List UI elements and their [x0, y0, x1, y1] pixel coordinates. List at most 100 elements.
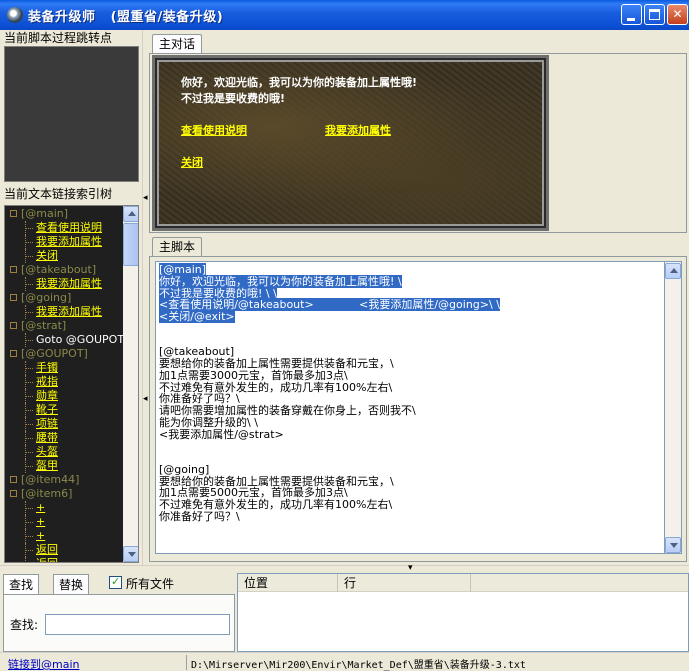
tab-replace[interactable]: 替换 [53, 574, 90, 594]
tree-link-node[interactable]: 我要添加属性 [36, 235, 102, 249]
dialog-link-close[interactable]: 关闭 [181, 154, 203, 170]
expand-toggle-icon[interactable] [10, 294, 17, 301]
script-line[interactable] [159, 323, 664, 335]
scroll-down-icon[interactable] [665, 537, 681, 553]
collapse-bottom-icon[interactable]: ▾ [408, 563, 413, 573]
tree-connector [25, 452, 33, 453]
expand-toggle-icon[interactable] [10, 490, 17, 497]
tree-link-node[interactable]: + [36, 515, 45, 529]
tree-section-node[interactable]: [@takeabout] [21, 263, 96, 277]
script-line-text: <我要添加属性/@strat> [159, 427, 284, 441]
tree-link-node[interactable]: + [36, 501, 45, 515]
tree-connector [25, 466, 33, 467]
scroll-down-icon[interactable] [123, 546, 138, 562]
tab-find[interactable]: 查找 [3, 574, 40, 594]
tree-scrollbar[interactable] [123, 206, 138, 562]
script-line[interactable] [159, 440, 664, 452]
expand-toggle-icon[interactable] [10, 476, 17, 483]
tree-link-node[interactable]: 我要添加属性 [36, 277, 102, 291]
dialog-link-add-attribute[interactable]: 我要添加属性 [325, 122, 391, 138]
tree-connector [25, 417, 26, 431]
tree-link-node[interactable]: 返回 [36, 543, 58, 557]
tree-link-node[interactable]: 靴子 [36, 403, 58, 417]
script-line[interactable]: 你好，欢迎光临，我可以为你的装备加上属性哦! \ [159, 274, 664, 288]
tree-scroll-thumb[interactable] [123, 223, 138, 266]
maximize-button[interactable] [644, 4, 665, 25]
script-line[interactable]: 你准备好了吗？\ [159, 509, 664, 523]
script-line[interactable]: <我要添加属性/@strat> [159, 427, 664, 441]
tab-main-script[interactable]: 主脚本 [152, 237, 203, 256]
expand-toggle-icon[interactable] [10, 350, 17, 357]
tree-link-node[interactable]: 戒指 [36, 375, 58, 389]
title-bar: 装备升级师 (盟重省/装备升级) ✕ [0, 0, 689, 30]
tree-link-node[interactable]: 手镯 [36, 361, 58, 375]
column-line[interactable]: 行 [338, 574, 471, 592]
minimize-button[interactable] [621, 4, 642, 25]
expand-toggle-icon[interactable] [10, 210, 17, 217]
collapse-left-icon[interactable]: ◂ [143, 193, 148, 203]
tree-connector [25, 445, 26, 459]
tree-connector [25, 529, 26, 543]
tree-connector [25, 242, 33, 243]
expand-toggle-icon[interactable] [10, 266, 17, 273]
script-line[interactable] [159, 335, 664, 347]
dialog-link-usage[interactable]: 查看使用说明 [181, 122, 247, 138]
script-line-text: <关闭/@exit> [159, 310, 235, 323]
script-line-text: 你好，欢迎光临，我可以为你的装备加上属性哦! \ [159, 274, 402, 288]
tree-link-node[interactable]: 勋章 [36, 389, 58, 403]
npc-dialog-preview: 你好，欢迎光临，我可以为你的装备加上属性哦! 不过我是要收费的哦! 查看使用说明… [152, 55, 549, 231]
script-line[interactable]: [@main] [159, 263, 664, 276]
tree-section-node[interactable]: [@item6] [21, 487, 72, 501]
tree-connector [25, 403, 26, 417]
expand-toggle-icon[interactable] [10, 322, 17, 329]
tree-section-node[interactable]: [@item44] [21, 473, 79, 487]
all-files-checkbox[interactable] [109, 575, 122, 589]
scroll-up-icon[interactable] [665, 263, 681, 279]
tree-connector [25, 368, 33, 369]
tree-link-node[interactable]: 查看使用说明 [36, 221, 102, 235]
script-editor[interactable]: [@main] 你好，欢迎光临，我可以为你的装备加上属性哦! \ 不过我是要收费的哦… [155, 261, 665, 554]
tree-connector [25, 340, 33, 341]
collapse-left-icon-2[interactable]: ◂ [143, 394, 148, 404]
tree-connector [25, 550, 33, 551]
column-position[interactable]: 位置 [238, 574, 338, 592]
tree-connector [25, 389, 26, 403]
script-line[interactable]: <关闭/@exit> [159, 310, 664, 323]
tree-connector [25, 557, 26, 562]
vertical-splitter[interactable]: ◂ ◂ [142, 30, 148, 565]
tree-connector [25, 522, 33, 523]
tree-link-node[interactable]: 腰带 [36, 431, 58, 445]
jump-points-header: 当前脚本过程跳转点 [4, 31, 113, 45]
status-link-target[interactable]: 链接到@main [8, 656, 79, 671]
tree-link-node[interactable]: + [36, 529, 45, 543]
tree-connector [25, 459, 26, 473]
tree-link-node[interactable]: 项链 [36, 417, 58, 431]
tree-link-node[interactable]: 头盔 [36, 445, 58, 459]
tree-link-node[interactable]: 返回 [36, 557, 58, 562]
close-window-button[interactable]: ✕ [667, 4, 688, 25]
tree-section-node[interactable]: [@strat] [21, 319, 66, 333]
tab-main-dialog[interactable]: 主对话 [152, 34, 203, 53]
tree-section-node[interactable]: [@GOUPOT] [21, 347, 88, 361]
tree-connector [25, 333, 26, 347]
tree-section-node[interactable]: [@going] [21, 291, 71, 305]
results-list[interactable]: 位置 行 [237, 573, 689, 652]
tree-command-node[interactable]: Goto @GOUPOT [36, 333, 124, 347]
script-code[interactable]: [@main] 你好，欢迎光临，我可以为你的装备加上属性哦! \ 不过我是要收费的哦… [159, 263, 664, 523]
tree-connector [25, 228, 33, 229]
jump-points-list[interactable] [4, 46, 139, 182]
editor-scrollbar[interactable] [665, 261, 682, 554]
scroll-up-icon[interactable] [123, 206, 138, 222]
tree-section-node[interactable]: [@main] [21, 207, 68, 221]
tree-connector [25, 515, 26, 529]
tree-connector [25, 312, 33, 313]
tree-link-node[interactable]: 盔甲 [36, 459, 58, 473]
link-index-tree[interactable]: [@main] 查看使用说明 我要添加属性 关闭 [@takeabout] 我要添加属性[… [4, 205, 139, 563]
find-input[interactable] [45, 614, 230, 635]
tree-link-node[interactable]: 关闭 [36, 249, 58, 263]
tree-connector [25, 256, 33, 257]
script-line[interactable] [159, 452, 664, 464]
script-line-text: 你准备好了吗？\ [159, 509, 240, 523]
tree-link-node[interactable]: 我要添加属性 [36, 305, 102, 319]
tree-connector [25, 543, 26, 557]
